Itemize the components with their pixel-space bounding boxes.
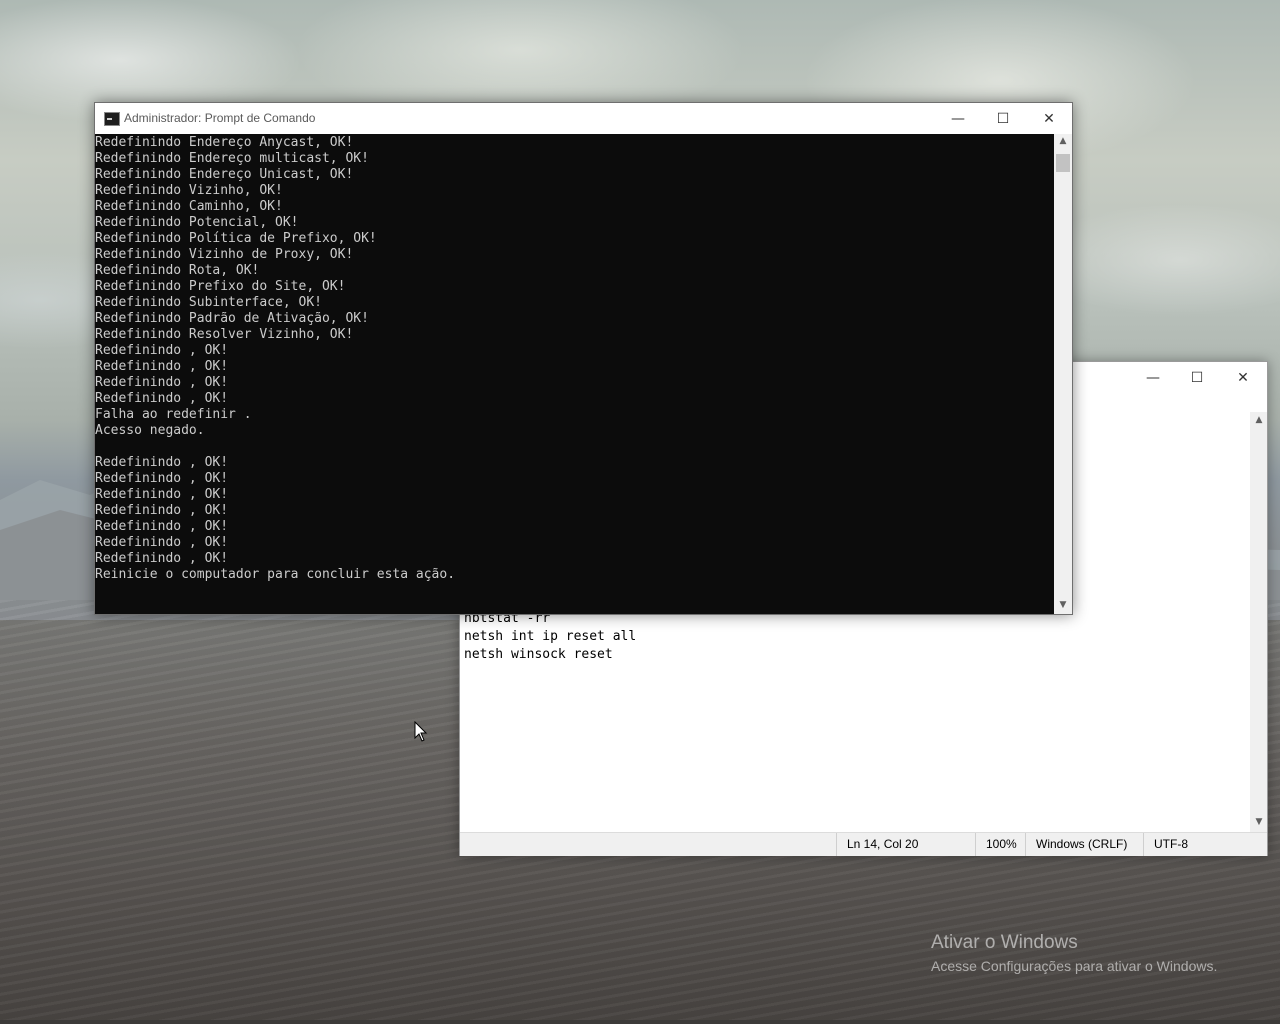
cmd-console[interactable]: Redefinindo Endereço Anycast, OK! Redefin… — [95, 134, 1054, 614]
cmd-output-line: Redefinindo Endereço Unicast, OK! — [95, 167, 354, 182]
cmd-output-line: Redefinindo , OK! — [95, 375, 229, 390]
maximize-icon: ☐ — [1190, 369, 1204, 386]
cmd-maximize-button[interactable]: ☐ — [980, 103, 1026, 134]
status-encoding: UTF-8 — [1143, 833, 1254, 856]
cmd-output-line: Redefinindo , OK! — [95, 471, 229, 486]
watermark-title: Ativar o Windows — [931, 932, 1078, 953]
close-icon: ✕ — [1043, 110, 1055, 127]
cmd-output-line: Redefinindo , OK! — [95, 551, 229, 566]
cmd-output-line: Redefinindo , OK! — [95, 519, 229, 534]
cmd-output-line: Redefinindo , OK! — [95, 487, 229, 502]
close-icon: ✕ — [1237, 369, 1249, 386]
activation-watermark: Ativar o Windows Acesse Configurações pa… — [931, 932, 1217, 974]
cmd-window: Administrador: Prompt de Comando — ☐ ✕ R… — [94, 102, 1073, 615]
cmd-output-line: Redefinindo Rota, OK! — [95, 263, 260, 278]
cmd-output-line — [95, 439, 455, 455]
cmd-minimize-button[interactable]: — — [935, 103, 981, 134]
scroll-up-icon[interactable]: ▲ — [1250, 415, 1268, 425]
status-zoom: 100% — [975, 833, 1026, 856]
cmd-window-title: Administrador: Prompt de Comando — [124, 111, 316, 125]
cmd-app-icon — [104, 112, 120, 126]
taskbar-edge — [0, 1020, 1280, 1024]
cmd-output-line: Redefinindo , OK! — [95, 359, 229, 374]
cmd-output: Redefinindo Endereço Anycast, OK! Redefin… — [95, 135, 455, 583]
minimize-icon: — — [1146, 369, 1160, 386]
cmd-output-line: Redefinindo , OK! — [95, 391, 229, 406]
maximize-icon: ☐ — [996, 110, 1010, 127]
cmd-output-line: Redefinindo Potencial, OK! — [95, 215, 299, 230]
cmd-output-line: Redefinindo Padrão de Ativação, OK! — [95, 311, 369, 326]
cmd-titlebar[interactable]: Administrador: Prompt de Comando — ☐ ✕ — [95, 103, 1072, 134]
scroll-down-icon[interactable]: ▼ — [1054, 600, 1072, 610]
notepad-text-line: netsh winsock reset — [464, 647, 613, 662]
cmd-output-line: Redefinindo Endereço multicast, OK! — [95, 151, 369, 166]
cmd-output-line: Reinicie o computador para concluir esta… — [95, 567, 456, 582]
cmd-output-line: Redefinindo , OK! — [95, 455, 229, 470]
cmd-scroll-thumb[interactable] — [1056, 154, 1070, 172]
status-line-ending: Windows (CRLF) — [1025, 833, 1144, 856]
scroll-down-icon[interactable]: ▼ — [1250, 817, 1268, 827]
cmd-output-line: Redefinindo Política de Prefixo, OK! — [95, 231, 377, 246]
cmd-output-line: Redefinindo , OK! — [95, 343, 229, 358]
cmd-output-line: Redefinindo Caminho, OK! — [95, 199, 283, 214]
cmd-output-line: Redefinindo Vizinho de Proxy, OK! — [95, 247, 354, 262]
notepad-vertical-scrollbar[interactable]: ▲ ▼ — [1250, 412, 1267, 832]
cmd-output-line: Redefinindo Prefixo do Site, OK! — [95, 279, 346, 294]
cmd-output-line: Redefinindo , OK! — [95, 535, 229, 550]
watermark-subtitle: Acesse Configurações para ativar o Windo… — [931, 958, 1218, 974]
notepad-text: nbtstat -rr netsh int ip reset all netsh w… — [464, 610, 636, 664]
cmd-close-button[interactable]: ✕ — [1026, 103, 1072, 134]
cmd-output-line: Redefinindo Vizinho, OK! — [95, 183, 283, 198]
minimize-icon: — — [951, 110, 965, 127]
cmd-output-line: Falha ao redefinir . — [95, 407, 252, 422]
mouse-cursor-icon — [414, 721, 428, 742]
notepad-maximize-button[interactable]: ☐ — [1174, 362, 1220, 393]
notepad-close-button[interactable]: ✕ — [1220, 362, 1266, 393]
scroll-up-icon[interactable]: ▲ — [1054, 136, 1072, 146]
cmd-output-line: Redefinindo Subinterface, OK! — [95, 295, 322, 310]
notepad-minimize-button[interactable]: — — [1130, 362, 1176, 393]
cmd-vertical-scrollbar[interactable]: ▲ ▼ — [1054, 134, 1072, 614]
cmd-output-line: Redefinindo , OK! — [95, 503, 229, 518]
cmd-output-line: Redefinindo Resolver Vizinho, OK! — [95, 327, 354, 342]
cmd-output-line: Acesso negado. — [95, 423, 205, 438]
status-position: Ln 14, Col 20 — [836, 833, 975, 856]
notepad-statusbar: Ln 14, Col 20 100% Windows (CRLF) UTF-8 — [460, 832, 1267, 856]
notepad-text-line: netsh int ip reset all — [464, 629, 637, 644]
cmd-output-line: Redefinindo Endereço Anycast, OK! — [95, 135, 354, 150]
